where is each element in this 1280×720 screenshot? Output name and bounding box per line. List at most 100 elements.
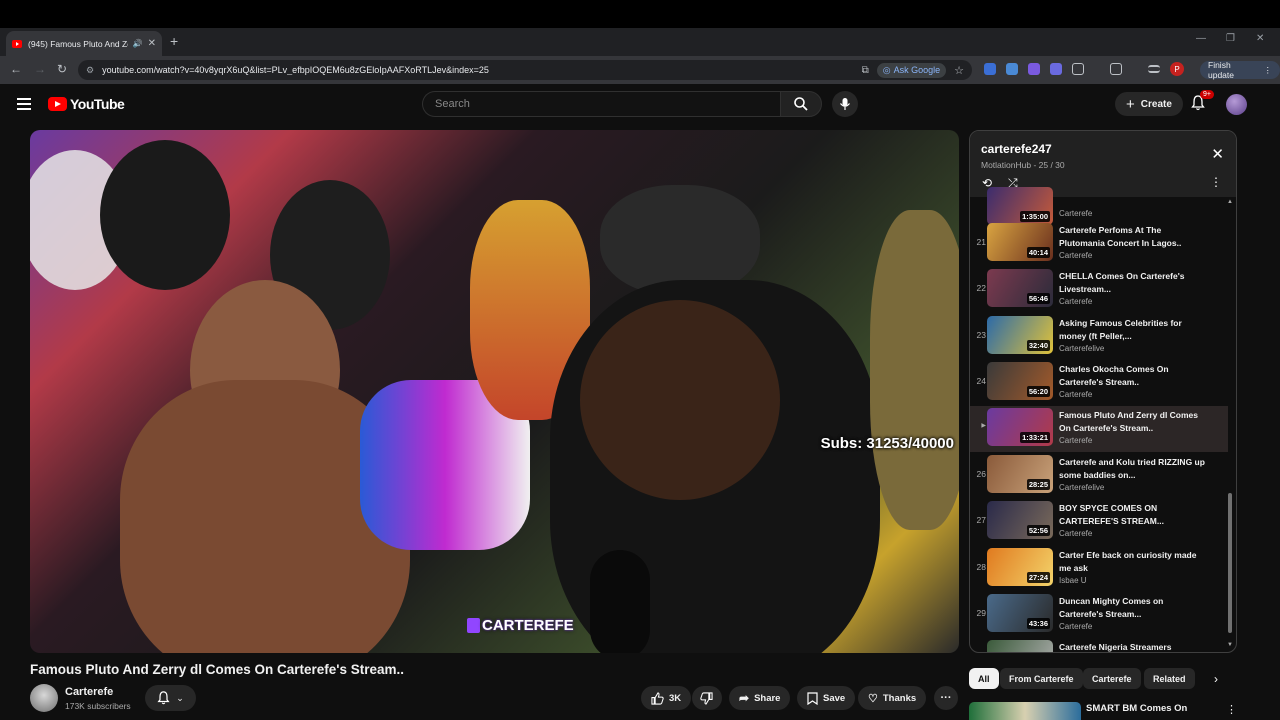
- share-arrow-icon: ➦: [739, 691, 750, 705]
- account-avatar[interactable]: [1226, 94, 1247, 115]
- playlist-item-title[interactable]: Carterefe Perfoms At The Plutomania Conc…: [1059, 224, 1209, 249]
- bell-icon: [157, 691, 170, 705]
- back-icon[interactable]: ←: [10, 62, 22, 76]
- chip-all[interactable]: All: [969, 668, 999, 689]
- youtube-favicon-icon: [12, 39, 22, 48]
- playlist-title[interactable]: carterefe247: [981, 142, 1226, 156]
- close-tab-icon[interactable]: ✕: [148, 38, 156, 49]
- channel-name[interactable]: Carterefe: [65, 686, 113, 698]
- playlist-item-thumbnail[interactable]: 56:46: [987, 269, 1053, 307]
- playlist-item[interactable]: 26 28:25 Carterefe and Kolu tried RIZZING …: [970, 453, 1228, 499]
- thanks-button[interactable]: ♡ Thanks: [858, 686, 927, 710]
- playlist-item-thumbnail[interactable]: 28:25: [987, 455, 1053, 493]
- side-panel-icon[interactable]: [1110, 63, 1122, 75]
- share-button[interactable]: ➦ Share: [729, 686, 791, 710]
- translate-extension-icon[interactable]: [1006, 63, 1018, 75]
- playlist-item[interactable]: 22 56:46 CHELLA Comes On Carterefe's Lives…: [970, 267, 1228, 313]
- video-duration: 1:33:21: [1020, 432, 1050, 443]
- url-text: youtube.com/watch?v=40v8yqrX6uQ&list=PLv…: [102, 65, 489, 75]
- hamburger-menu-icon[interactable]: [17, 98, 31, 113]
- next-video-thumbnail[interactable]: [969, 702, 1081, 720]
- playlist-item[interactable]: 23 32:40 Asking Famous Celebrities for mon…: [970, 314, 1228, 360]
- playlist-item-thumbnail[interactable]: 1:35:00: [987, 187, 1053, 225]
- create-button[interactable]: + Create: [1115, 92, 1183, 116]
- close-playlist-icon[interactable]: ✕: [1211, 145, 1224, 163]
- site-info-icon[interactable]: ⚙: [86, 65, 94, 76]
- thanks-label: Thanks: [882, 692, 917, 704]
- video-frame-figure: [600, 185, 760, 295]
- playlist-item[interactable]: 24 56:20 Charles Okocha Comes On Carterefe…: [970, 360, 1228, 406]
- chevron-right-icon[interactable]: ›: [1214, 672, 1218, 686]
- finish-update-button[interactable]: Finish update ⋮: [1200, 60, 1280, 80]
- more-actions-icon[interactable]: ···: [934, 686, 958, 710]
- playlist-item-channel: Carterefe: [1059, 251, 1093, 260]
- playlist-item-title[interactable]: Duncan Mighty Comes on Carterefe's Strea…: [1059, 595, 1209, 620]
- chip-related[interactable]: Related: [1144, 668, 1195, 689]
- reload-icon[interactable]: ↻: [57, 62, 67, 76]
- dislike-button[interactable]: [692, 686, 722, 710]
- profile-avatar[interactable]: P: [1170, 62, 1184, 76]
- playlist-item[interactable]: 7:07 Carterefe Nigeria Streamers: [970, 638, 1228, 652]
- playlist-item[interactable]: 28 27:24 Carter Efe back on curiosity made…: [970, 546, 1228, 592]
- playlist-item[interactable]: 29 43:36 Duncan Mighty Comes on Carterefe'…: [970, 592, 1228, 638]
- playlist-item-title[interactable]: Asking Famous Celebrities for money (ft …: [1059, 317, 1209, 342]
- address-bar[interactable]: ⚙ youtube.com/watch?v=40v8yqrX6uQ&list=P…: [78, 60, 972, 80]
- next-video-title[interactable]: SMART BM Comes On: [1086, 703, 1187, 714]
- like-button[interactable]: 3K: [641, 686, 692, 710]
- playlist-item-thumbnail[interactable]: 43:36: [987, 594, 1053, 632]
- minimize-icon[interactable]: —: [1196, 33, 1206, 44]
- search-button[interactable]: [780, 91, 822, 117]
- playlist-item[interactable]: 27 52:56 BOY SPYCE COMES ON CARTEREFE'S ST…: [970, 499, 1228, 545]
- reading-list-icon[interactable]: [1148, 65, 1160, 73]
- playlist-item-title[interactable]: Carterefe and Kolu tried RIZZING up some…: [1059, 456, 1209, 481]
- extension-icon[interactable]: [984, 63, 996, 75]
- save-button[interactable]: Save: [797, 686, 856, 710]
- maximize-icon[interactable]: ❐: [1226, 33, 1235, 44]
- playlist-item-thumbnail[interactable]: 32:40: [987, 316, 1053, 354]
- playlist-item-title[interactable]: Charles Okocha Comes On Carterefe's Stre…: [1059, 363, 1209, 388]
- chip-from-carterefe[interactable]: From Carterefe: [1000, 668, 1083, 689]
- playlist-item-channel: Isbae U: [1059, 576, 1087, 585]
- chip-carterefe[interactable]: Carterefe: [1083, 668, 1141, 689]
- channel-watermark: CARTEREFE: [467, 617, 574, 634]
- bookmark-star-icon[interactable]: ☆: [954, 64, 964, 77]
- cloud-extension-icon[interactable]: [1050, 63, 1062, 75]
- video-player[interactable]: Subs: 31253/40000 CARTEREFE: [30, 130, 959, 653]
- playlist-item-index: 28: [976, 562, 986, 572]
- speaker-icon[interactable]: 🔊: [133, 39, 143, 48]
- playlist-item-channel: Carterefelive: [1059, 483, 1105, 492]
- playlist-item-title[interactable]: CHELLA Comes On Carterefe's Livestream..…: [1059, 270, 1209, 295]
- playlist-item-thumbnail[interactable]: 27:24: [987, 548, 1053, 586]
- playlist-item[interactable]: 21 40:14 Carterefe Perfoms At The Plutoman…: [970, 221, 1228, 267]
- ask-google-button[interactable]: ◎ Ask Google: [876, 62, 947, 78]
- playlist-item-title[interactable]: Carter Efe back on curiosity made me ask: [1059, 549, 1209, 574]
- playlist-scrollbar[interactable]: [1228, 493, 1232, 633]
- scroll-down-icon[interactable]: ▼: [1227, 642, 1233, 648]
- playlist-item-thumbnail[interactable]: 52:56: [987, 501, 1053, 539]
- playlist-item-thumbnail[interactable]: 1:33:21: [987, 408, 1053, 446]
- shield-extension-icon[interactable]: [1028, 63, 1040, 75]
- search-input[interactable]: Search: [422, 91, 780, 117]
- close-window-icon[interactable]: ✕: [1256, 33, 1264, 44]
- playlist-item-thumbnail[interactable]: 7:07: [987, 640, 1053, 652]
- next-video-menu-icon[interactable]: ⋮: [1226, 703, 1237, 716]
- extensions-puzzle-icon[interactable]: [1072, 63, 1084, 75]
- playlist-subtitle: MotlationHub - 25 / 30: [981, 160, 1065, 170]
- youtube-logo[interactable]: YouTube: [48, 96, 125, 112]
- playlist-item-title[interactable]: Famous Pluto And Zerry dl Comes On Carte…: [1059, 409, 1209, 434]
- browser-tab[interactable]: (945) Famous Pluto And Ze 🔊 ✕: [6, 31, 162, 56]
- playlist-item-title[interactable]: Carterefe Nigeria Streamers: [1059, 641, 1209, 652]
- playlist-item-thumbnail[interactable]: 56:20: [987, 362, 1053, 400]
- subscription-bell-button[interactable]: ⌄: [145, 685, 196, 711]
- new-tab-button[interactable]: +: [170, 33, 178, 49]
- scroll-up-icon[interactable]: ▲: [1227, 199, 1233, 205]
- ask-google-label: Ask Google: [893, 65, 941, 75]
- top-black-bar: [0, 0, 1280, 28]
- playlist-item[interactable]: ▶ 1:33:21 Famous Pluto And Zerry dl Comes …: [970, 406, 1228, 452]
- playlist-item-title[interactable]: BOY SPYCE COMES ON CARTEREFE'S STREAM...: [1059, 502, 1209, 527]
- install-app-icon[interactable]: ⧉: [862, 65, 869, 76]
- playlist-item-thumbnail[interactable]: 40:14: [987, 223, 1053, 261]
- forward-icon[interactable]: →: [34, 62, 46, 76]
- channel-avatar[interactable]: [30, 684, 58, 712]
- voice-search-button[interactable]: [832, 91, 858, 117]
